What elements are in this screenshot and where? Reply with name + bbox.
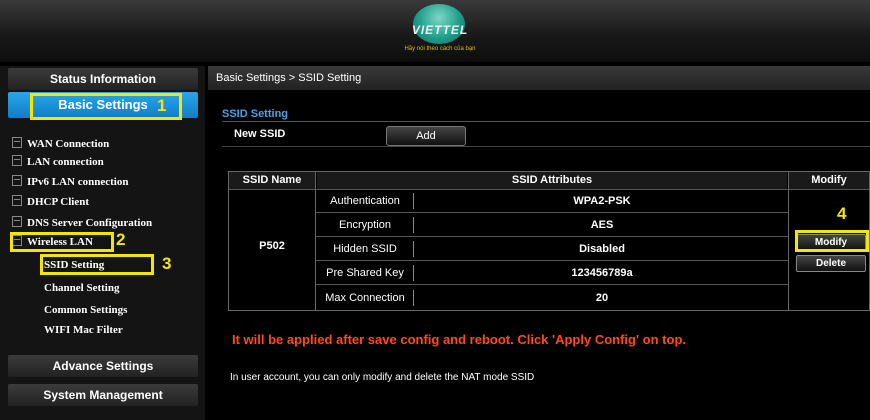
sidebar-advance-settings[interactable]: Advance Settings <box>8 355 198 377</box>
table-divider <box>788 172 789 310</box>
divider <box>222 121 870 122</box>
main-content: Basic Settings > SSID Setting SSID Setti… <box>208 66 870 420</box>
attr-label: Authentication <box>330 195 400 207</box>
table-divider <box>229 189 869 190</box>
col-header-modify: Modify <box>789 172 869 189</box>
tree-collapse-icon <box>12 195 22 206</box>
attr-label: Hidden SSID <box>333 243 397 255</box>
delete-button[interactable]: Delete <box>796 255 866 272</box>
attr-value: 123456789a <box>571 267 633 279</box>
highlight-box-3 <box>40 254 154 275</box>
tree-collapse-icon <box>12 155 22 166</box>
logo-slogan: Hãy nói theo cách của bạn <box>404 46 476 52</box>
sidebar-status-information[interactable]: Status Information <box>8 68 198 90</box>
sidebar-item-label: WAN Connection <box>27 138 110 150</box>
cell-divider <box>413 217 414 233</box>
apply-config-warning: It will be applied after save config and… <box>232 332 686 347</box>
attr-value: 20 <box>595 292 609 304</box>
sidebar-item-label: DHCP Client <box>27 196 90 208</box>
attr-label: Pre Shared Key <box>326 267 404 279</box>
user-account-note: In user account, you can only modify and… <box>230 372 535 383</box>
ssid-name-cell: P502 <box>259 240 285 252</box>
viettel-logo: VIETTEL Hãy nói theo cách của bạn <box>385 2 495 60</box>
new-ssid-label: New SSID <box>234 128 286 140</box>
col-header-ssid-attributes: SSID Attributes <box>317 172 787 189</box>
highlight-box-2 <box>10 232 114 252</box>
attr-value: Disabled <box>579 243 625 255</box>
sidebar-item-lan-connection[interactable]: LAN connection <box>12 153 104 171</box>
cell-divider <box>413 193 414 209</box>
sidebar-subitem-wifi-mac-filter[interactable]: WIFI Mac Filter <box>44 321 123 339</box>
cell-divider <box>413 265 414 281</box>
row-divider <box>316 236 788 237</box>
sidebar-item-dhcp-client[interactable]: DHCP Client <box>12 193 89 211</box>
annotation-number-4: 4 <box>837 204 847 223</box>
row-divider <box>316 260 788 261</box>
attr-label: Encryption <box>339 219 391 231</box>
sidebar-system-management[interactable]: System Management <box>8 384 198 406</box>
sidebar-subitem-channel-setting[interactable]: Channel Setting <box>44 279 120 297</box>
header-banner: VIETTEL Hãy nói theo cách của bạn <box>0 0 870 62</box>
divider <box>222 146 870 147</box>
section-title: SSID Setting <box>222 108 289 120</box>
annotation-number-3: 3 <box>162 254 172 273</box>
logo-text: VIETTEL <box>411 23 469 37</box>
add-ssid-button[interactable]: Add <box>386 126 466 146</box>
annotation-number-1: 1 <box>157 96 167 115</box>
cell-divider <box>413 290 414 306</box>
sidebar-subitem-common-settings[interactable]: Common Settings <box>44 301 127 319</box>
sidebar-item-dns-server[interactable]: DNS Server Configuration <box>12 214 152 232</box>
sidebar-item-label: DNS Server Configuration <box>27 217 153 229</box>
col-header-ssid-name: SSID Name <box>229 172 315 189</box>
highlight-box-4 <box>795 230 869 252</box>
attr-label: Max Connection <box>325 292 405 304</box>
tree-collapse-icon <box>12 175 22 186</box>
annotation-number-2: 2 <box>116 230 126 249</box>
attr-value: AES <box>590 219 614 231</box>
sidebar-item-label: LAN connection <box>27 156 104 168</box>
sidebar-item-label: IPv6 LAN connection <box>27 176 129 188</box>
tree-collapse-icon <box>12 137 22 148</box>
attr-value: WPA2-PSK <box>573 195 631 207</box>
tree-collapse-icon <box>12 216 22 227</box>
sidebar: Status Information Basic Settings 1 WAN … <box>0 66 205 420</box>
sidebar-item-ipv6-lan[interactable]: IPv6 LAN connection <box>12 173 128 191</box>
row-divider <box>316 284 788 285</box>
cell-divider <box>413 241 414 257</box>
row-divider <box>316 212 788 213</box>
breadcrumb: Basic Settings > SSID Setting <box>208 66 870 90</box>
sidebar-item-wan-connection[interactable]: WAN Connection <box>12 135 109 153</box>
